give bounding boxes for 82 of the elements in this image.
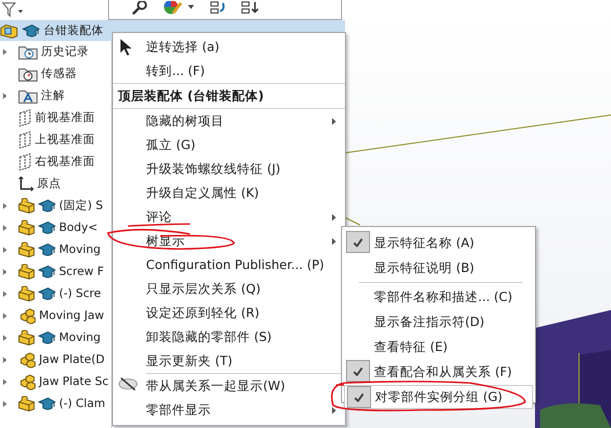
- graduation-cap-icon: [38, 331, 56, 345]
- tree-item-label[interactable]: Screw F: [59, 263, 104, 281]
- menu-heading: 顶层装配体 (台钳装配体): [116, 86, 265, 105]
- filter-icon[interactable]: [2, 2, 24, 18]
- submenu-item[interactable]: 显示备注指示符(D): [344, 310, 533, 334]
- expand-arrow-icon[interactable]: [2, 356, 8, 364]
- tree-item-label[interactable]: 传感器: [41, 65, 77, 83]
- part-icon: [18, 264, 35, 280]
- assembly-icon: [18, 308, 36, 324]
- tree-item-label[interactable]: 前视基准面: [35, 109, 95, 127]
- swap-icon[interactable]: [241, 1, 259, 15]
- graduation-cap-icon: [38, 221, 56, 235]
- part-icon: [18, 396, 35, 412]
- origin-icon: [18, 176, 34, 192]
- part-icon: [18, 220, 35, 236]
- part-icon: [18, 330, 35, 346]
- assembly-icon: [18, 374, 36, 390]
- search-icon[interactable]: [131, 1, 149, 15]
- menu-item[interactable]: 升级装饰螺纹线特征 (J): [113, 157, 345, 181]
- menu-item[interactable]: 带从属关系一起显示(W): [113, 374, 345, 398]
- menu-item[interactable]: 显示更新夹 (T): [113, 349, 345, 373]
- menu-item[interactable]: 卸装隐藏的零部件 (S): [113, 325, 345, 349]
- tree-item-label[interactable]: 原点: [37, 175, 61, 193]
- plane-icon: [18, 131, 32, 149]
- submenu-item[interactable]: 查看配合和从属关系 (F): [344, 360, 533, 384]
- submenu-item[interactable]: 查看特征 (E): [344, 335, 533, 359]
- tree-item-label[interactable]: Body<: [59, 219, 98, 237]
- menu-item[interactable]: 隐藏的树项目: [113, 109, 345, 133]
- assembly-part-icon: [0, 22, 18, 38]
- tree-item-label[interactable]: 右视基准面: [35, 153, 95, 171]
- menu-item[interactable]: 转到... (F): [113, 59, 345, 83]
- graduation-cap-icon: [38, 243, 56, 257]
- menu-item[interactable]: 零部件显示: [113, 398, 345, 422]
- expand-arrow-icon[interactable]: [2, 312, 8, 320]
- graduation-cap-icon: [38, 265, 56, 279]
- graduation-cap-icon: [38, 199, 56, 213]
- submenu-item[interactable]: 零部件名称和描述... (C): [344, 285, 533, 309]
- graduation-cap-icon: [38, 287, 56, 301]
- expand-arrow-icon[interactable]: [2, 400, 8, 408]
- history-folder-icon: [18, 44, 38, 60]
- menu-item[interactable]: 只显示层次关系 (Q): [113, 277, 345, 301]
- submenu-item[interactable]: 对零部件实例分组 (G): [344, 385, 533, 409]
- menu-item[interactable]: 升级自定义属性 (K): [113, 181, 345, 205]
- sensor-folder-icon: [18, 66, 38, 82]
- color-pencil-icon[interactable]: [163, 1, 195, 15]
- expand-arrow-icon[interactable]: [2, 48, 8, 56]
- tree-item-label[interactable]: Moving: [59, 241, 101, 259]
- menu-item[interactable]: 评论: [113, 205, 345, 229]
- tree-item-label[interactable]: Moving: [59, 329, 101, 347]
- tree-item-label[interactable]: (-) Scre: [59, 285, 101, 303]
- tree-item-label[interactable]: 注解: [41, 87, 65, 105]
- expand-arrow-icon[interactable]: [2, 378, 8, 386]
- menu-item[interactable]: 孤立 (G): [113, 133, 345, 157]
- rebuild-icon[interactable]: [209, 1, 227, 15]
- plane-icon: [18, 153, 32, 171]
- assembly-icon: [18, 352, 36, 368]
- expand-arrow-icon[interactable]: [2, 92, 8, 100]
- annotation-folder-icon: [18, 88, 38, 104]
- submenu-item[interactable]: 显示特征说明 (B): [344, 256, 533, 280]
- expand-arrow-icon[interactable]: [2, 290, 8, 298]
- part-icon: [18, 286, 35, 302]
- expand-arrow-icon[interactable]: [2, 246, 8, 254]
- eye-slash-icon: [117, 376, 139, 392]
- tree-item-label[interactable]: Jaw Plate(D: [39, 351, 105, 369]
- tree-item-label[interactable]: Jaw Plate Sc: [39, 373, 109, 391]
- expand-arrow-icon[interactable]: [2, 202, 8, 210]
- tree-item-label[interactable]: (固定) S: [59, 197, 103, 215]
- tree-item-label[interactable]: 历史记录: [41, 43, 89, 61]
- submenu-item[interactable]: 显示特征名称 (A): [344, 231, 533, 255]
- plane-icon: [18, 109, 32, 127]
- menu-item[interactable]: Configuration Publisher... (P): [113, 253, 345, 277]
- part-icon: [18, 242, 35, 258]
- tree-item-label[interactable]: 上视基准面: [35, 131, 95, 149]
- expand-arrow-icon[interactable]: [2, 334, 8, 342]
- menu-item[interactable]: 设定还原到轻化 (R): [113, 301, 345, 325]
- graduation-cap-icon: [38, 397, 56, 411]
- expand-arrow-icon[interactable]: [2, 224, 8, 232]
- graduation-cap-icon: [22, 24, 40, 38]
- tree-item-label[interactable]: Moving Jaw: [39, 307, 104, 325]
- part-icon: [18, 198, 35, 214]
- expand-arrow-icon[interactable]: [2, 268, 8, 276]
- tree-item-label[interactable]: (-) Clam: [59, 395, 106, 413]
